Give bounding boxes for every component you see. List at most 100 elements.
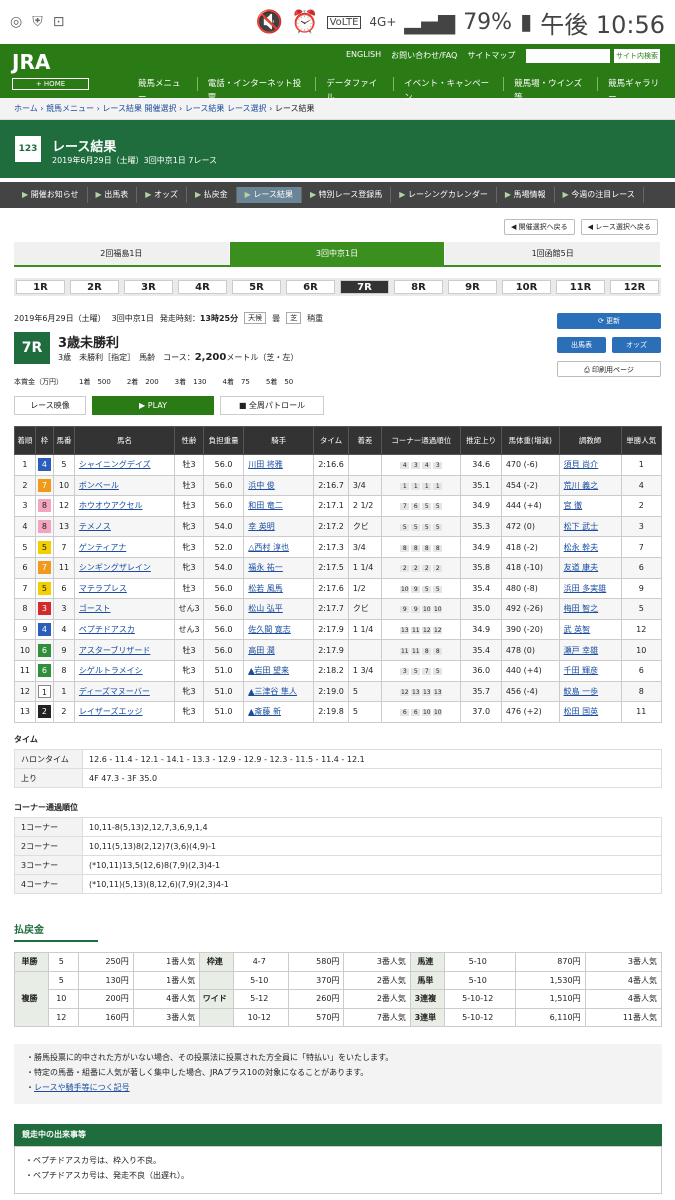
trainer-link[interactable]: 須貝 尚介 [558, 454, 622, 476]
race-4[interactable]: 4R [178, 280, 227, 294]
jockey-link[interactable]: 佐久間 寛志 [243, 618, 315, 641]
horse-name-link[interactable]: ペプチドアスカ [73, 618, 176, 641]
trainer-link[interactable]: 武 英智 [558, 618, 622, 641]
sex-age-cell: 牝3 [174, 680, 204, 703]
menu-vote[interactable]: 電話・インターネット投票 [196, 77, 316, 103]
nav-notice[interactable]: ▶ 開催お知らせ [14, 187, 88, 203]
jra-logo[interactable]: JRA [12, 50, 50, 74]
race-8[interactable]: 8R [394, 280, 443, 294]
nav-special[interactable]: ▶ 特別レース登録馬 [302, 187, 392, 203]
link-english[interactable]: ENGLISH [346, 50, 381, 61]
race-10[interactable]: 10R [502, 280, 551, 294]
race-11[interactable]: 11R [556, 280, 605, 294]
trainer-link[interactable]: 瀬戸 幸雄 [558, 639, 622, 661]
horse-name-link[interactable]: レイザーズエッジ [73, 701, 176, 723]
trainer-link[interactable]: 荒川 義之 [558, 474, 622, 497]
crumb-menu[interactable]: 競馬メニュー [46, 104, 94, 113]
payout-cell: 3番人気 [132, 1007, 201, 1027]
crumb-home[interactable]: ホーム [14, 104, 38, 113]
trainer-link[interactable]: 千田 輝彦 [558, 659, 622, 682]
note-3[interactable]: ・レースや騎手等につく記号 [26, 1080, 650, 1095]
jockey-link[interactable]: 松若 風馬 [243, 577, 315, 600]
race-12[interactable]: 12R [610, 280, 659, 294]
trainer-link[interactable]: 松田 国英 [558, 701, 622, 723]
jockey-link[interactable]: 川田 将雅 [243, 454, 315, 476]
jockey-link[interactable]: ▲三津谷 隼人 [243, 680, 315, 703]
sex-age-cell: 牝3 [174, 515, 204, 538]
crumb-meet[interactable]: レース結果 開催選択 [102, 104, 176, 113]
jockey-link[interactable]: △西村 淳也 [243, 536, 315, 558]
tab-venue-hakodate[interactable]: 1回函館5日 [445, 242, 662, 265]
horse-name-link[interactable]: テメノス [73, 515, 176, 538]
jockey-link[interactable]: 福永 祐一 [243, 556, 315, 579]
nav-calendar[interactable]: ▶ レーシングカレンダー [391, 187, 497, 203]
jockey-link[interactable]: 浜中 俊 [243, 474, 315, 497]
nav-track[interactable]: ▶ 馬場情報 [497, 187, 555, 203]
refresh-button[interactable]: ⟳ 更新 [557, 313, 661, 329]
back-to-race-button[interactable]: ◀ レース選択へ戻る [580, 219, 658, 235]
jockey-link[interactable]: ▲岩田 望来 [243, 659, 315, 682]
nav-odds[interactable]: ▶ オッズ [137, 187, 187, 203]
search-input[interactable] [526, 49, 610, 63]
race-6[interactable]: 6R [286, 280, 335, 294]
link-sitemap[interactable]: サイトマップ [467, 50, 515, 61]
crumb-race[interactable]: レース結果 レース選択 [185, 104, 267, 113]
menu-keiba[interactable]: 競馬メニュー [128, 77, 197, 103]
race-1[interactable]: 1R [16, 280, 65, 294]
jockey-link[interactable]: 幸 英明 [243, 515, 315, 538]
horse-name-link[interactable]: アスターブリザード [73, 639, 176, 661]
track-label: 芝 [286, 312, 302, 324]
race-9[interactable]: 9R [448, 280, 497, 294]
horse-name-link[interactable]: シゲルトラメイシ [73, 659, 176, 682]
home-button[interactable]: + HOME [12, 78, 89, 90]
sex-age-cell: 牡3 [174, 639, 204, 661]
menu-data[interactable]: データファイル [315, 77, 393, 103]
nav-featured[interactable]: ▶ 今週の注目レース [555, 187, 644, 203]
entries-button[interactable]: 出馬表 [557, 337, 606, 353]
horse-name-link[interactable]: ゴースト [73, 598, 176, 620]
jockey-link[interactable]: 高田 潤 [243, 639, 315, 661]
menu-event[interactable]: イベント・キャンペーン [393, 77, 503, 103]
trainer-link[interactable]: 松下 武士 [558, 515, 622, 538]
trainer-link[interactable]: 浜田 多実雄 [558, 577, 622, 600]
race-5[interactable]: 5R [232, 280, 281, 294]
nav-entries[interactable]: ▶ 出馬表 [88, 187, 138, 203]
horse-name-link[interactable]: ゲンティアナ [73, 536, 176, 558]
nav-results[interactable]: ▶ レース結果 [236, 187, 302, 203]
jockey-link[interactable]: 和田 竜二 [243, 495, 315, 517]
shield-icon: ⛨ [32, 14, 43, 30]
horse-name-link[interactable]: ディーズマヌーバー [73, 680, 176, 703]
payout-cell: 3番人気 [343, 952, 411, 972]
tab-venue-chukyo[interactable]: 3回中京1日 [229, 242, 446, 265]
trainer-link[interactable]: 宮 徹 [558, 495, 622, 517]
podium-icon: 123 [15, 136, 41, 162]
menu-course[interactable]: 競馬場・ウインズ等 [503, 77, 597, 103]
horse-name-link[interactable]: ボンベール [73, 474, 176, 497]
menu-gallery[interactable]: 競馬ギャラリー [597, 77, 675, 103]
back-to-meet-button[interactable]: ◀ 開催選択へ戻る [504, 219, 575, 235]
tab-venue-fukushima[interactable]: 2回福島1日 [14, 242, 230, 265]
trainer-link[interactable]: 松永 幹夫 [558, 536, 622, 558]
horse-name-link[interactable]: シンギングザレイン [73, 556, 176, 579]
jockey-link[interactable]: ▲斎藤 新 [243, 701, 315, 723]
race-7[interactable]: 7R [340, 280, 389, 294]
horse-name-link[interactable]: ホウオウアクセル [73, 495, 176, 517]
race-2[interactable]: 2R [70, 280, 119, 294]
nav-payout[interactable]: ▶ 払戻金 [187, 187, 237, 203]
jockey-link[interactable]: 松山 弘平 [243, 598, 315, 620]
play-button[interactable]: ▶ PLAY [92, 396, 214, 415]
horse-name-link[interactable]: マテラプレス [73, 577, 176, 600]
patrol-button[interactable]: ■ 全周パトロール [220, 396, 324, 415]
trainer-link[interactable]: 梅田 智之 [558, 598, 622, 620]
sub-nav: ▶ 開催お知らせ ▶ 出馬表 ▶ オッズ ▶ 払戻金 ▶ レース結果 ▶ 特別レ… [0, 182, 675, 208]
link-faq[interactable]: お問い合わせ/FAQ [391, 50, 457, 61]
rank-cell: 9 [14, 618, 36, 641]
trainer-link[interactable]: 鮫島 一歩 [558, 680, 622, 703]
trainer-link[interactable]: 友道 康夫 [558, 556, 622, 579]
print-button[interactable]: ⎙ 印刷用ページ [557, 361, 661, 377]
horse-name-link[interactable]: シャイニングデイズ [73, 454, 176, 476]
race-3[interactable]: 3R [124, 280, 173, 294]
result-row: 5 5 7 ゲンティアナ 牝3 52.0 △西村 淳也 2:17.3 3/4 8 8 8 8 34.9 41… [14, 536, 663, 558]
odds-button[interactable]: オッズ [612, 337, 661, 353]
search-button[interactable]: サイト内検索 [614, 49, 660, 63]
